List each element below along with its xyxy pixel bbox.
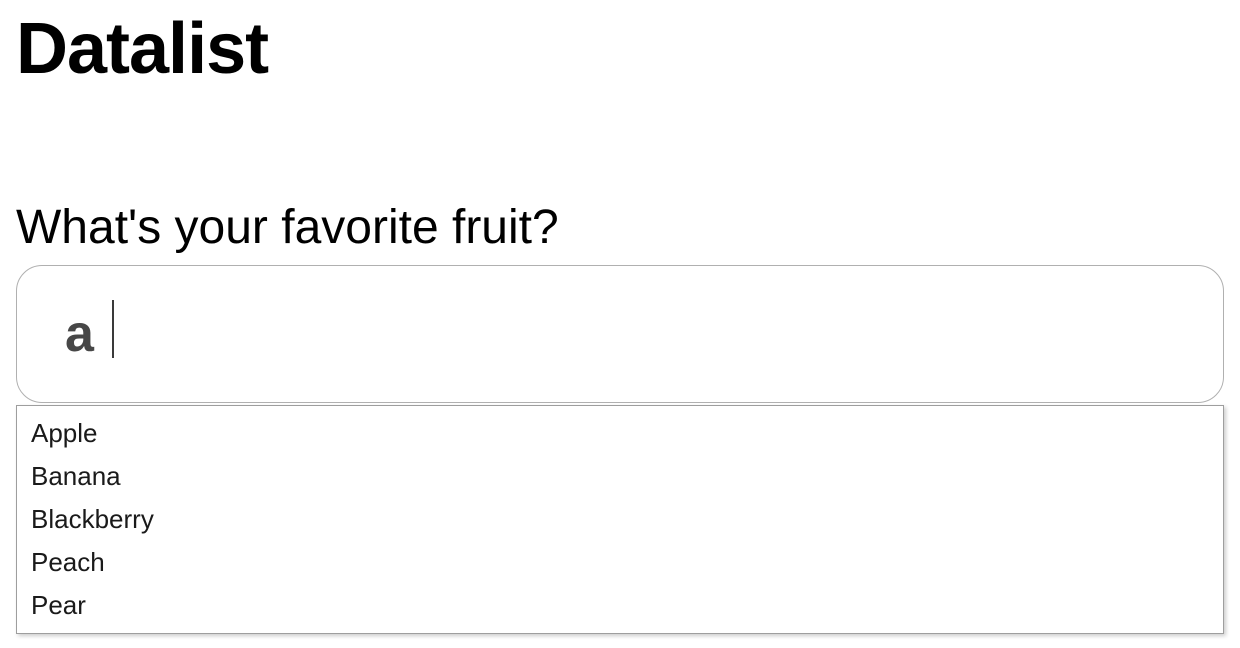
page-heading: Datalist <box>16 8 1224 90</box>
datalist-option[interactable]: Blackberry <box>17 498 1223 541</box>
datalist-option[interactable]: Apple <box>17 412 1223 455</box>
fruit-input-wrapper: Apple Banana Blackberry Peach Pear <box>16 265 1224 403</box>
datalist-dropdown: Apple Banana Blackberry Peach Pear <box>16 405 1224 634</box>
datalist-option[interactable]: Banana <box>17 455 1223 498</box>
datalist-option[interactable]: Pear <box>17 584 1223 627</box>
datalist-option[interactable]: Peach <box>17 541 1223 584</box>
fruit-input[interactable] <box>16 265 1224 403</box>
fruit-input-label: What's your favorite fruit? <box>16 200 1224 255</box>
